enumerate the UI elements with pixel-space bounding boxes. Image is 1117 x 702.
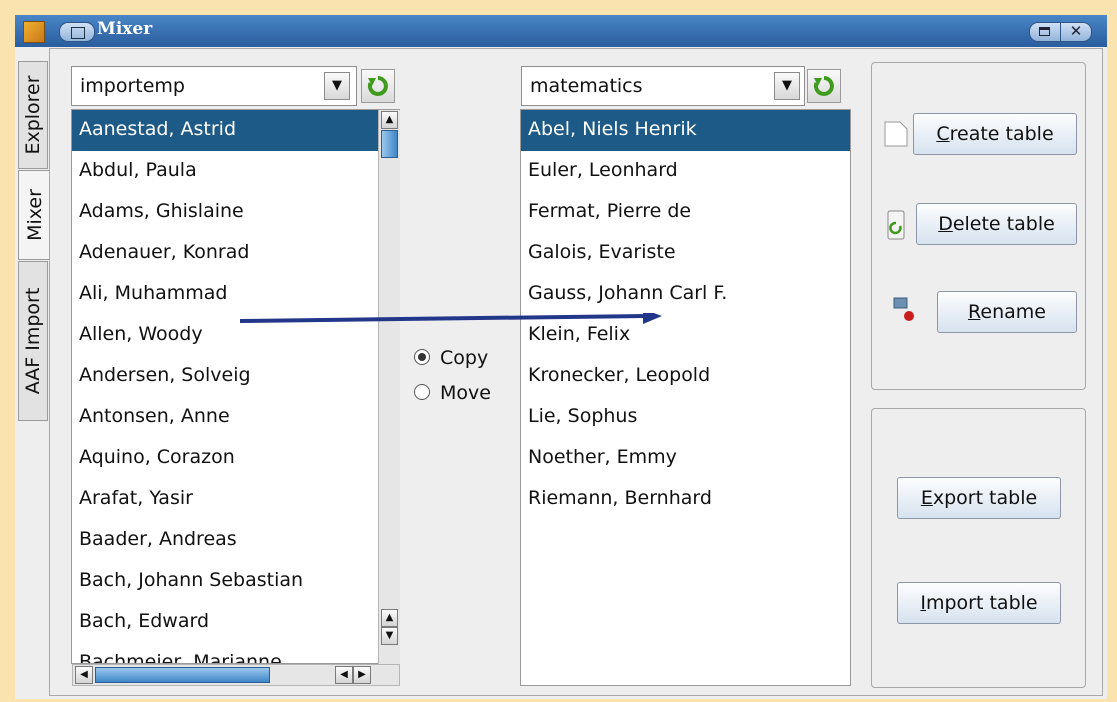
export-table-mnemonic: E [920,487,933,509]
move-label: Move [440,382,491,404]
chevron-down-icon[interactable]: ▼ [324,72,350,100]
left-hscroll-thumb[interactable] [95,667,270,683]
copy-radio[interactable] [414,349,430,365]
list-item[interactable]: Bach, Edward [72,602,399,643]
list-item[interactable]: Fermat, Pierre de [521,192,850,233]
right-list[interactable]: Abel, Niels Henrik Euler, Leonhard Fermat,… [520,109,851,686]
right-refresh-button[interactable] [807,69,841,103]
rename-label: ename [980,301,1046,323]
refresh-icon [813,76,834,96]
trash-icon [887,210,905,240]
list-item[interactable]: Noether, Emmy [521,438,850,479]
list-item[interactable]: Gauss, Johann Carl F. [521,274,850,315]
right-table-selector[interactable]: matematics ▼ [521,66,805,106]
copy-label: Copy [440,347,489,369]
delete-table-mnemonic: D [938,213,953,235]
list-item[interactable]: Bach, Johann Sebastian [72,561,399,602]
rename-mnemonic: R [968,301,981,323]
tab-explorer[interactable]: Explorer [18,61,48,169]
list-item[interactable]: Lie, Sophus [521,397,850,438]
close-icon: ✕ [1069,22,1083,40]
left-horizontal-scrollbar[interactable]: ◀ ◀ ▶ [72,664,400,686]
list-item[interactable]: Andersen, Solveig [72,356,399,397]
maximize-icon [1039,27,1050,36]
rename-button[interactable]: Rename [937,291,1077,333]
app-icon[interactable] [23,21,45,43]
create-table-mnemonic: C [936,123,950,145]
scroll-down-icon[interactable]: ▼ [381,627,398,645]
delete-table-label: elete table [952,213,1055,235]
export-table-label: xport table [932,487,1038,509]
export-table-button[interactable]: Export table [897,477,1061,519]
right-table-value: matematics [530,75,643,97]
list-item[interactable]: Abel, Niels Henrik [521,110,850,151]
title-bar[interactable]: Mixer ✕ [15,15,1107,47]
list-item[interactable]: Antonsen, Anne [72,397,399,438]
scroll-left-icon[interactable]: ◀ [75,666,93,684]
list-item[interactable]: Euler, Leonhard [521,151,850,192]
close-button[interactable]: ✕ [1060,22,1092,42]
left-vscroll-thumb[interactable] [381,130,398,158]
import-table-label: mport table [925,592,1038,614]
scroll-up-icon[interactable]: ▲ [381,609,398,627]
annotation-arrow [240,313,662,324]
delete-table-button[interactable]: Delete table [916,203,1077,245]
list-item[interactable]: Riemann, Bernhard [521,479,850,520]
list-item[interactable]: Abdul, Paula [72,151,399,192]
left-table-value: importemp [80,75,185,97]
tab-explorer-label: Explorer [22,75,44,155]
list-item[interactable]: Kronecker, Leopold [521,356,850,397]
list-item[interactable]: Bachmeier, Marianne [72,643,399,663]
tab-aaf-import[interactable]: AAF Import [18,261,48,421]
left-vertical-scrollbar[interactable]: ▲ ▲ ▼ [378,110,400,664]
window-title: Mixer [97,19,153,39]
rename-icon [893,297,914,321]
create-table-button[interactable]: Create table [913,113,1077,155]
tab-mixer-label: Mixer [23,189,46,241]
list-item[interactable]: Adenauer, Konrad [72,233,399,274]
tab-mixer[interactable]: Mixer [18,170,50,260]
scroll-right-icon[interactable]: ▶ [353,666,371,684]
list-item[interactable]: Galois, Evariste [521,233,850,274]
maximize-button[interactable] [1029,22,1061,42]
import-export-group [871,408,1086,688]
scroll-up-icon[interactable]: ▲ [381,111,398,129]
move-radio[interactable] [414,384,430,400]
left-refresh-button[interactable] [361,69,395,103]
list-item[interactable]: Adams, Ghislaine [72,192,399,233]
list-item[interactable]: Aquino, Corazon [72,438,399,479]
left-list-items: Aanestad, Astrid Abdul, Paula Adams, Ghisl… [72,110,399,663]
refresh-icon [367,76,388,96]
document-icon [884,121,908,147]
tab-aaf-import-label: AAF Import [22,287,44,395]
left-list[interactable]: Aanestad, Astrid Abdul, Paula Adams, Ghisl… [71,109,400,664]
list-item[interactable]: Arafat, Yasir [72,479,399,520]
move-option[interactable]: Move [414,382,491,404]
left-table-selector[interactable]: importemp ▼ [71,66,357,106]
import-table-button[interactable]: Import table [897,582,1061,624]
chevron-down-icon[interactable]: ▼ [774,72,800,100]
list-item[interactable]: Ali, Muhammad [72,274,399,315]
create-table-label: reate table [949,123,1054,145]
list-item[interactable]: Aanestad, Astrid [72,110,399,151]
copy-option[interactable]: Copy [414,347,488,369]
list-item[interactable]: Baader, Andreas [72,520,399,561]
window-menu-icon [71,27,85,39]
scroll-left-icon[interactable]: ◀ [335,666,353,684]
window-menu-button[interactable] [59,22,95,42]
